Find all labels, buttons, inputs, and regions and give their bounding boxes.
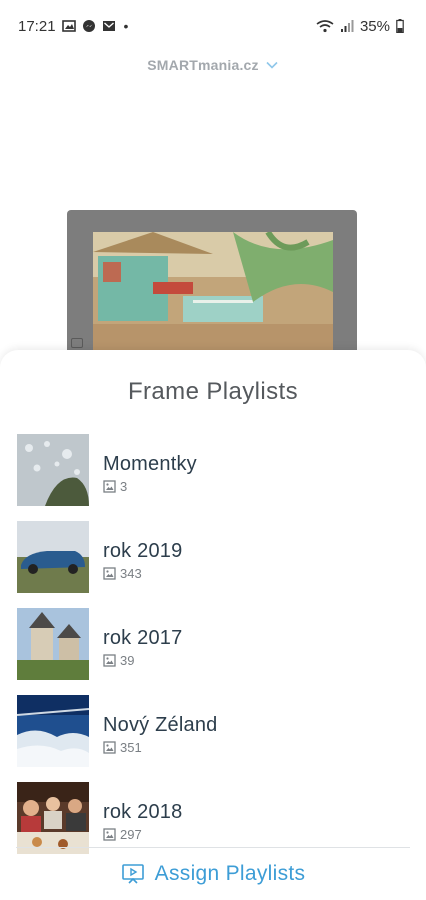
- status-bar: 17:21 • 35%: [0, 0, 426, 52]
- gallery-icon: [61, 19, 76, 33]
- playlist-name: rok 2017: [103, 627, 183, 649]
- playlist-list: Momentky 3 rok 2019 343 rok 2017 39 Nový…: [0, 434, 426, 869]
- photo-count-icon: [103, 480, 116, 493]
- photo-count-icon: [103, 741, 116, 754]
- photo-count: 351: [120, 740, 142, 755]
- playlist-name: Momentky: [103, 453, 197, 475]
- playlist-item[interactable]: rok 2017 39: [0, 608, 426, 695]
- sheet-divider: [16, 847, 410, 848]
- status-left: 17:21 •: [18, 18, 128, 35]
- more-notifications-dot: •: [123, 18, 129, 34]
- playlist-thumbnail: [17, 695, 89, 767]
- playlist-name: rok 2019: [103, 540, 183, 562]
- playlist-item[interactable]: Momentky 3: [0, 434, 426, 521]
- signal-icon: [340, 19, 354, 33]
- photo-count-icon: [103, 567, 116, 580]
- playlist-item[interactable]: Nový Zéland 351: [0, 695, 426, 782]
- status-time: 17:21: [18, 17, 56, 35]
- frame-photo: [93, 232, 333, 354]
- cast-playlist-icon: [121, 864, 144, 884]
- playlist-name: Nový Zéland: [103, 714, 218, 736]
- photo-count: 297: [120, 827, 142, 842]
- playlist-item[interactable]: rok 2019 343: [0, 521, 426, 608]
- device-selector[interactable]: SMARTmania.cz: [0, 57, 426, 73]
- status-right: 35%: [316, 18, 404, 35]
- playlist-name: rok 2018: [103, 801, 183, 823]
- assign-playlists-button[interactable]: Assign Playlists: [0, 857, 426, 891]
- playlist-item[interactable]: rok 2018 297: [0, 782, 426, 869]
- photo-count-icon: [103, 654, 116, 667]
- sheet-title: Frame Playlists: [127, 378, 299, 405]
- playlist-thumbnail: [17, 521, 89, 593]
- photo-count: 3: [120, 479, 128, 494]
- playlist-thumbnail: [17, 782, 89, 854]
- assign-playlists-label: Assign Playlists: [154, 862, 306, 885]
- battery-icon: [396, 19, 404, 34]
- playlist-thumbnail: [17, 434, 89, 506]
- photo-count-icon: [103, 828, 116, 841]
- photo-count: 39: [120, 653, 135, 668]
- wifi-icon: [316, 19, 334, 33]
- battery-percent: 35%: [359, 17, 390, 35]
- device-name: SMARTmania.cz: [147, 57, 259, 73]
- photo-count: 343: [120, 566, 142, 581]
- chevron-down-icon: [266, 61, 278, 69]
- playlist-thumbnail: [17, 608, 89, 680]
- playlist-sheet: Frame Playlists Momentky 3 rok 2019 343 …: [0, 350, 426, 900]
- messenger-icon: [82, 19, 96, 33]
- frame-indicator: [71, 338, 83, 348]
- gmail-icon: [102, 19, 116, 33]
